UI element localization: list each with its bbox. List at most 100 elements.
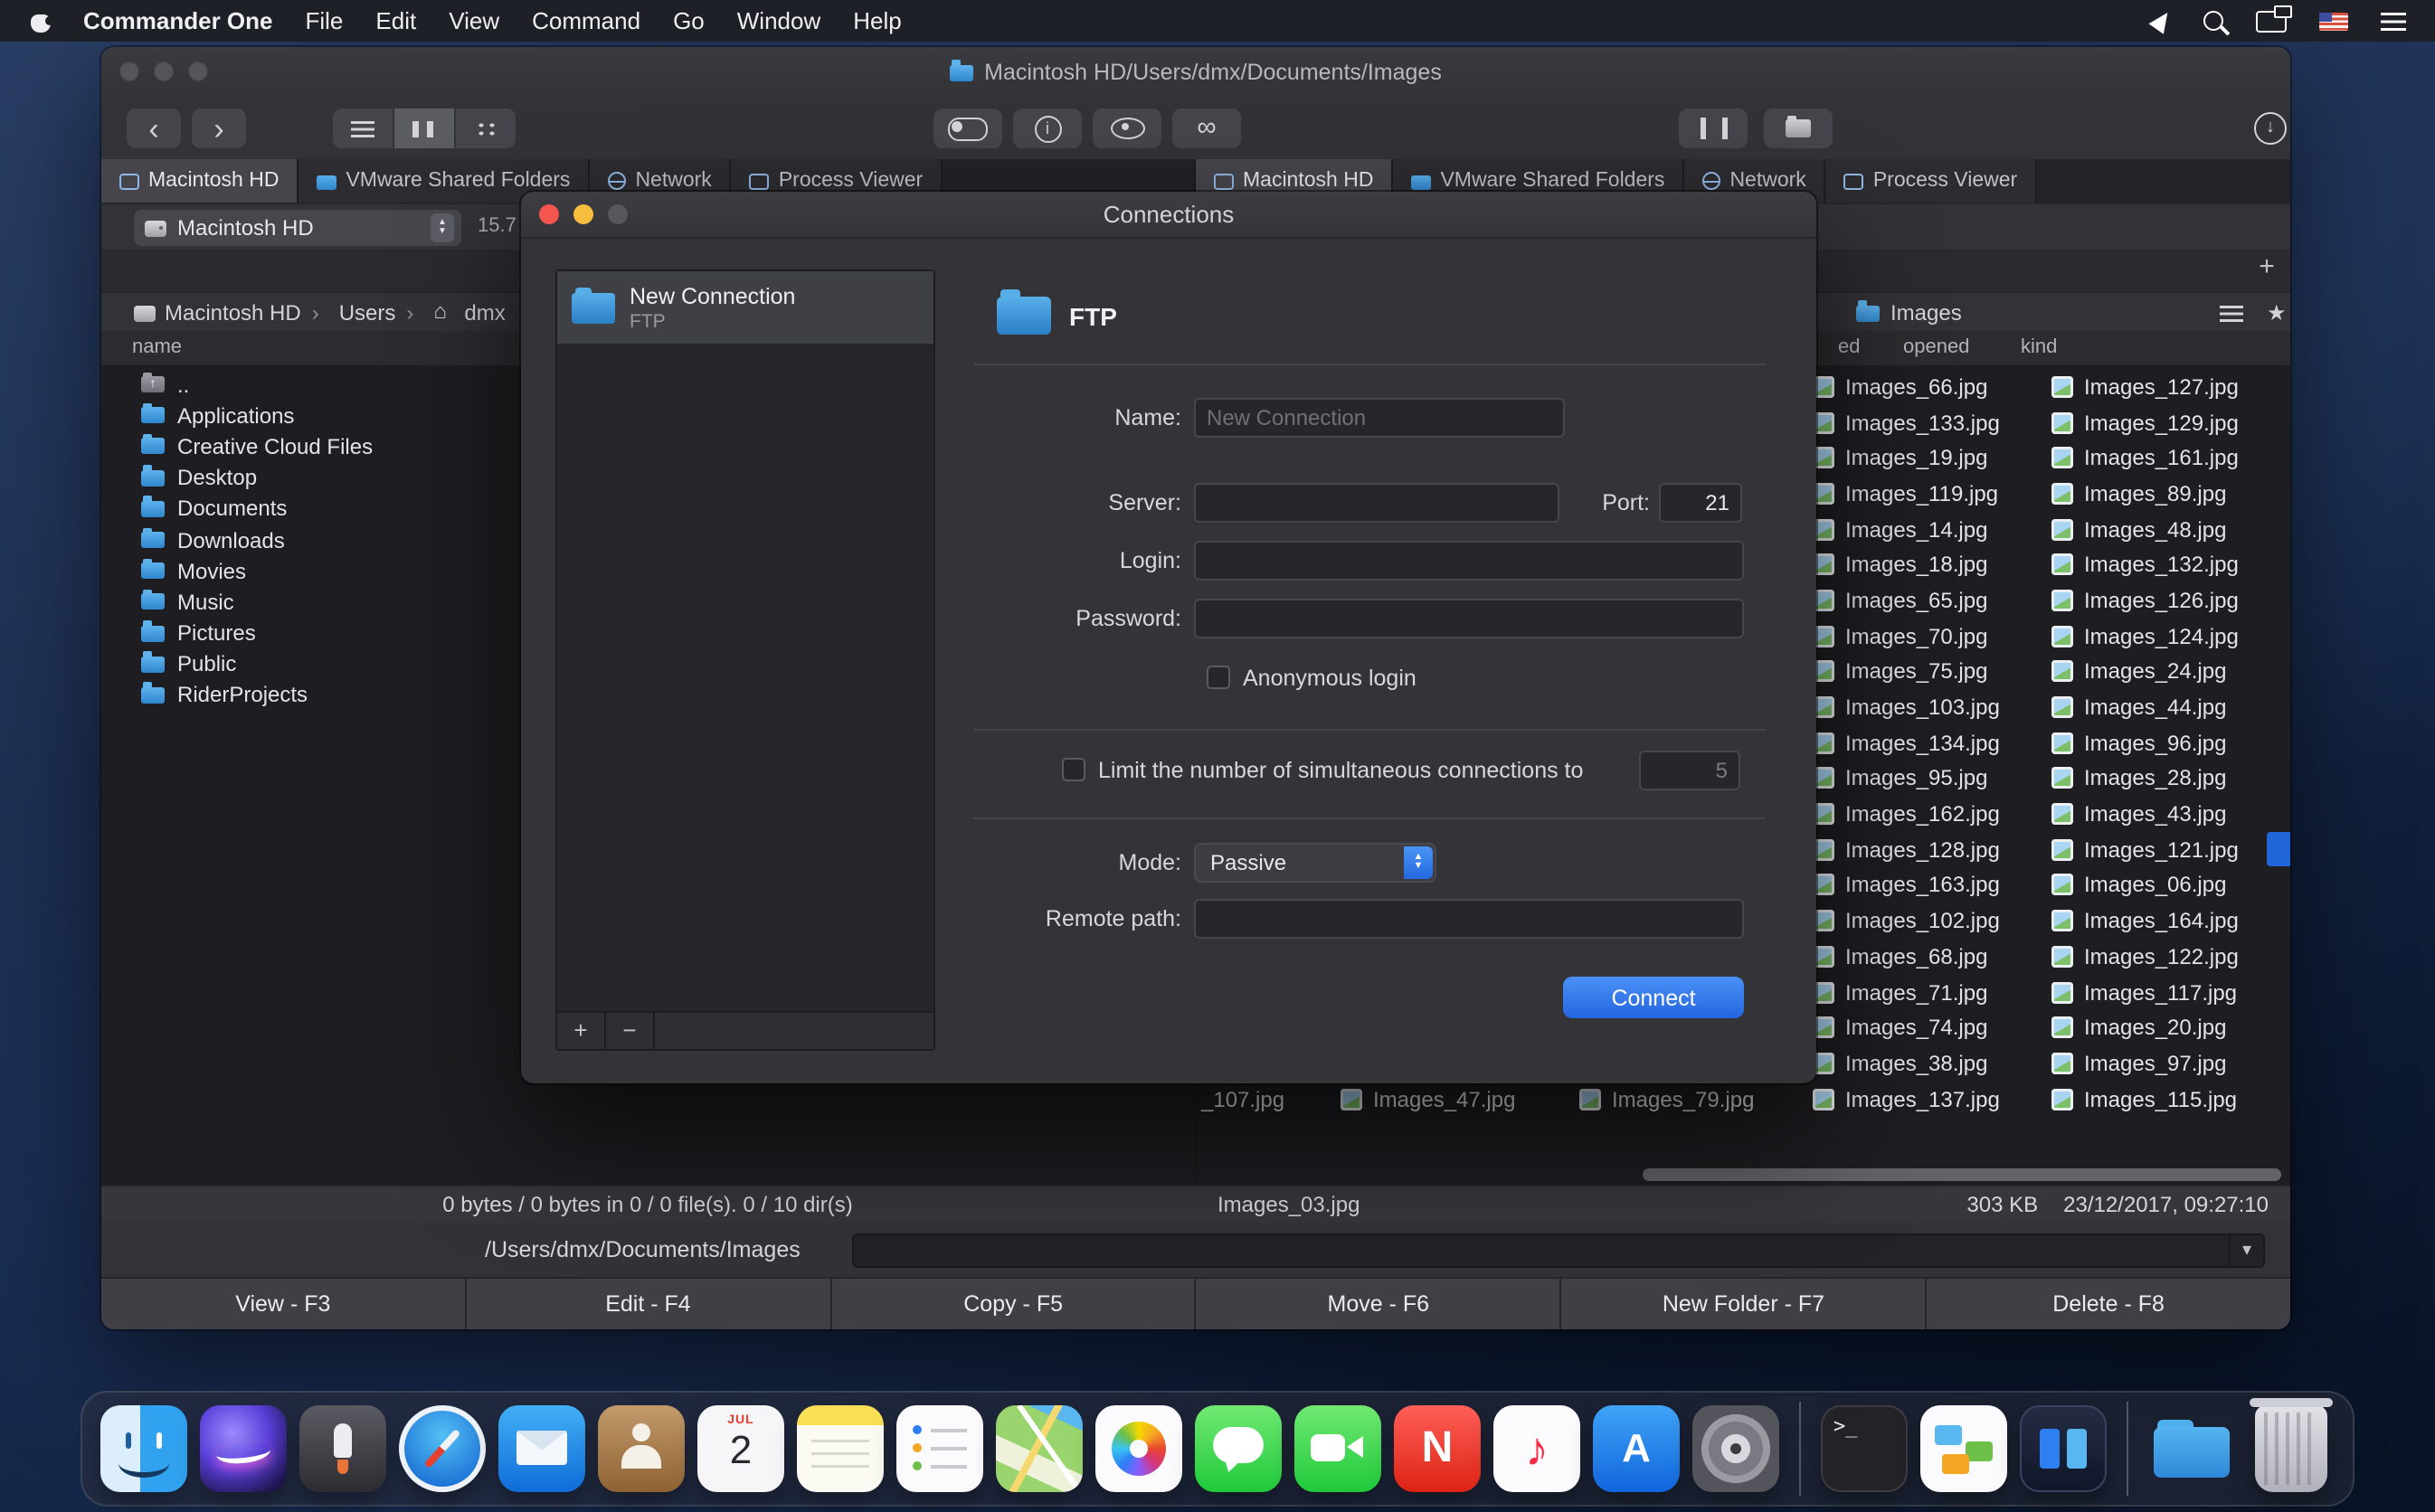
mode-dropdown[interactable]: Passive [1194,843,1436,883]
menu-item[interactable]: Command [516,7,657,34]
file-item[interactable]: Images_48.jpg [2051,512,2239,547]
file-item[interactable]: Images_89.jpg [2051,476,2239,511]
back-button[interactable] [127,109,181,148]
news-dock-icon[interactable] [1394,1405,1481,1492]
minimize-button[interactable] [154,61,174,81]
file-item[interactable]: Images_103.jpg [1813,689,2000,724]
file-item[interactable]: Images_68.jpg [1813,939,2000,974]
connect-button[interactable]: Connect [1563,977,1744,1018]
file-item[interactable]: Images_122.jpg [2051,939,2239,974]
messages-dock-icon[interactable] [1195,1405,1282,1492]
menu-item[interactable]: View [432,7,516,34]
drive-selector[interactable]: Macintosh HD [134,210,461,246]
preview-button[interactable] [1093,109,1161,148]
file-item[interactable]: Images_20.jpg [2051,1010,2239,1045]
limit-connections-checkbox[interactable] [1062,758,1085,781]
file-item[interactable]: Images_161.jpg [2051,440,2239,476]
file-item[interactable]: Images_06.jpg [2051,867,2239,902]
file-item[interactable]: Images_119.jpg [1813,476,2000,511]
file-item[interactable]: Images_19.jpg [1813,440,2000,476]
file-item[interactable]: Images_18.jpg [1813,547,2000,582]
breadcrumb-item[interactable]: Users [312,300,396,326]
trash-dock-icon[interactable] [2255,1405,2327,1492]
file-item[interactable]: Images_132.jpg [2051,547,2239,582]
file-item[interactable]: Images_44.jpg [2051,689,2239,724]
file-item[interactable]: Images_47.jpg [1341,1082,1515,1117]
app-store-dock-icon[interactable] [1593,1405,1680,1492]
safari-dock-icon[interactable] [399,1405,486,1492]
dialog-title-bar[interactable]: Connections [521,192,1816,239]
column-header-fragment[interactable]: ed [1838,336,1861,358]
selected-file-sliver[interactable] [2267,832,2290,866]
file-item[interactable]: Images_65.jpg [1813,582,2000,618]
file-item[interactable]: Images_163.jpg [1813,867,2000,902]
function-key-button[interactable]: Edit - F4 [467,1279,830,1329]
apple-menu[interactable] [14,8,67,33]
file-item[interactable]: Images_79.jpg [1579,1082,1754,1117]
spotlight-search-icon[interactable] [2203,11,2223,31]
full-view-button[interactable] [333,109,394,148]
favorites-star-icon[interactable] [2267,300,2287,326]
add-connection-button[interactable]: + [557,1013,606,1049]
close-button[interactable] [539,204,559,224]
mail-dock-icon[interactable] [498,1405,585,1492]
siri-dock-icon[interactable] [200,1405,287,1492]
reminders-dock-icon[interactable] [896,1405,983,1492]
system-preferences-dock-icon[interactable] [1692,1405,1779,1492]
breadcrumb-item[interactable]: Macintosh HD [134,300,301,326]
tab-process-viewer[interactable]: Process Viewer [1826,159,2037,203]
file-item[interactable]: Images_127.jpg [2051,369,2239,404]
function-key-button[interactable]: Delete - F8 [1927,1279,2290,1329]
launchpad-dock-icon[interactable] [299,1405,386,1492]
file-item[interactable]: Images_126.jpg [2051,582,2239,618]
file-item[interactable]: Images_38.jpg [1813,1045,2000,1081]
file-item[interactable]: Images_24.jpg [2051,654,2239,689]
remove-connection-button[interactable]: − [606,1013,655,1049]
notes-dock-icon[interactable] [797,1405,884,1492]
file-item[interactable]: Images_162.jpg [1813,797,2000,832]
pointer-icon[interactable] [2148,7,2174,33]
menu-item[interactable]: File [289,7,360,34]
file-item[interactable]: Images_96.jpg [2051,725,2239,761]
anonymous-login-checkbox[interactable] [1207,666,1230,689]
info-button[interactable] [1013,109,1082,148]
list-icon[interactable] [2381,12,2406,30]
file-item[interactable]: Images_164.jpg [2051,903,2239,939]
breadcrumb-item[interactable]: dmx [406,300,505,326]
file-item[interactable]: Images_43.jpg [2051,797,2239,832]
brief-view-button[interactable] [394,109,456,148]
column-header-fragment[interactable]: opened [1903,336,1969,358]
view-options-icon[interactable] [2220,305,2243,321]
operations-button[interactable] [1764,109,1833,148]
calendar-dock-icon[interactable] [697,1405,784,1492]
file-item[interactable]: Images_95.jpg [1813,761,2000,796]
remote-path-input[interactable] [1194,899,1744,939]
tab-macintosh-hd[interactable]: Macintosh HD [101,159,298,203]
file-item[interactable]: Images_97.jpg [2051,1045,2239,1081]
limit-value-input[interactable] [1639,751,1740,790]
facetime-dock-icon[interactable] [1294,1405,1381,1492]
chevron-down-icon[interactable] [2229,1235,2263,1266]
close-button[interactable] [119,61,139,81]
file-item[interactable]: _107.jpg [1201,1082,1284,1117]
name-input[interactable] [1194,398,1565,438]
minimize-button[interactable] [573,204,593,224]
preview-dock-icon[interactable] [1920,1405,2007,1492]
thumb-view-button[interactable] [456,109,516,148]
maps-dock-icon[interactable] [996,1405,1083,1492]
music-dock-icon[interactable] [1493,1405,1580,1492]
add-button[interactable]: + [2250,251,2283,282]
port-input[interactable] [1659,483,1742,523]
contacts-dock-icon[interactable] [598,1405,685,1492]
downloads-button[interactable] [2238,109,2290,148]
menu-item[interactable]: Edit [359,7,432,34]
menu-item[interactable]: Window [721,7,838,34]
file-item[interactable]: Images_66.jpg [1813,369,2000,404]
file-item[interactable]: Images_28.jpg [2051,761,2239,796]
connection-list-item[interactable]: New Connection FTP [557,271,933,344]
file-item[interactable]: Images_70.jpg [1813,619,2000,654]
function-key-button[interactable]: Copy - F5 [831,1279,1195,1329]
login-input[interactable] [1194,541,1744,581]
window-title-bar[interactable]: Macintosh HD/Users/dmx/Documents/Images [101,47,2290,99]
menu-item[interactable]: Go [657,7,721,34]
